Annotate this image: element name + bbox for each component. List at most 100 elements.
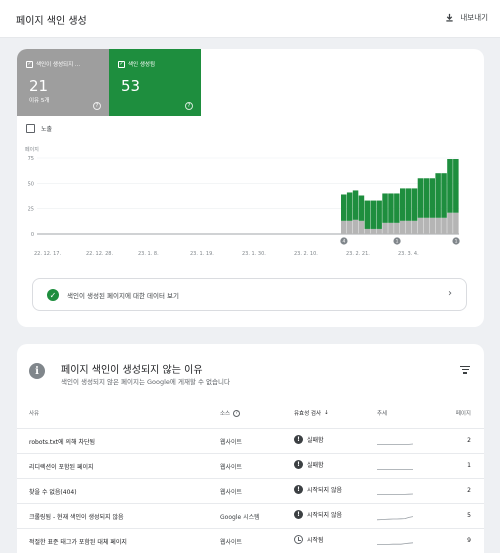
header-bar: 페이지 색인 생성 내보내기: [0, 0, 500, 38]
view-indexed-data-label: 색인이 생성된 페이지에 대한 데이터 보기: [67, 292, 179, 300]
trend-cell: [377, 438, 414, 448]
bar-indexed: [417, 178, 424, 218]
filter-icon[interactable]: [460, 366, 470, 376]
validation-cell: ! 시작되지 않음: [294, 485, 342, 494]
bar-indexed: [435, 173, 441, 218]
bar-not-indexed: [441, 217, 447, 234]
error-icon: !: [294, 460, 303, 469]
help-icon[interactable]: ?: [233, 409, 241, 417]
column-validation-label: 유효성 검사: [294, 411, 322, 417]
validation-status: 시작되지 않음: [307, 487, 343, 494]
error-icon: !: [294, 510, 303, 519]
trend-sparkline: [377, 443, 414, 445]
bar-indexed: [370, 200, 376, 229]
bar-not-indexed: [411, 220, 418, 234]
info-icon: i: [29, 363, 45, 379]
view-indexed-data-button[interactable]: ✓ 색인이 생성된 페이지에 대한 데이터 보기 ›: [32, 278, 467, 311]
bar-indexed: [376, 200, 382, 229]
source-cell: 웹사이트: [220, 539, 243, 546]
table-header: 사유 소스 ? 유효성 검사 ↓ 추세 페이지: [17, 407, 484, 421]
bar-not-indexed: [429, 217, 435, 234]
bar-not-indexed: [341, 220, 347, 234]
checkbox-checked-icon: ✓: [118, 60, 125, 68]
x-tick-label: 23. 2. 21.: [346, 251, 370, 257]
clock-icon: [294, 535, 303, 544]
bar-not-indexed: [423, 217, 430, 234]
bar-not-indexed: [352, 219, 359, 234]
column-reason[interactable]: 사유: [29, 409, 39, 417]
trend-line: [377, 542, 414, 545]
source-cell: 웹사이트: [220, 464, 243, 471]
bar-indexed: [352, 190, 359, 220]
reason-cell: 리디렉션이 포함된 페이지: [29, 464, 94, 471]
impressions-toggle[interactable]: 노출: [26, 124, 52, 133]
source-cell: 웹사이트: [220, 489, 243, 496]
trend-sparkline: [376, 516, 414, 521]
bar-not-indexed: [370, 228, 376, 234]
pages-cell: 9: [467, 537, 471, 544]
bar-indexed: [341, 194, 347, 221]
bar-not-indexed: [447, 212, 453, 234]
pages-cell: 2: [467, 487, 471, 494]
column-pages[interactable]: 페이지: [456, 409, 471, 417]
source-cell: Google 시스템: [220, 514, 260, 521]
help-icon[interactable]: ?: [93, 102, 101, 110]
trend-cell: [377, 538, 414, 548]
annotation-label: 4: [343, 239, 346, 245]
indexed-tile[interactable]: ✓ 색인 생성됨 53 ?: [109, 49, 201, 116]
table-row[interactable]: 크롤링됨 - 현재 색인이 생성되지 않음 Google 시스템! 시작되지 않음 5: [17, 503, 484, 528]
x-tick-label: 22. 12. 28.: [86, 251, 113, 257]
reason-cell: robots.txt에 의해 차단됨: [29, 439, 96, 446]
not-indexed-label-row: ✓ 색인이 생성되지 ...: [26, 60, 104, 68]
error-icon: !: [294, 435, 303, 444]
indexed-label-row: ✓ 색인 생성됨: [118, 60, 196, 68]
chevron-right-icon: ›: [448, 288, 452, 299]
not-indexed-count: 21: [29, 77, 49, 95]
validation-status: 시작되지 않음: [307, 512, 343, 519]
table-row[interactable]: 적절한 표준 태그가 포함된 대체 페이지 웹사이트 시작됨 9: [17, 528, 484, 553]
trend-cell: [377, 463, 413, 473]
y-axis-label: 페이지: [25, 146, 39, 153]
bar-indexed: [447, 159, 453, 213]
trend-sparkline: [377, 542, 414, 545]
x-tick-label: 23. 1. 30.: [242, 251, 266, 257]
bar-not-indexed: [435, 217, 441, 234]
y-tick-label: 0: [31, 232, 34, 238]
checkbox-unchecked-icon: [26, 124, 35, 133]
annotation-label: 1: [455, 239, 458, 245]
pages-cell: 1: [467, 462, 471, 469]
checkbox-checked-icon: ✓: [26, 60, 33, 68]
help-icon[interactable]: ?: [185, 102, 193, 110]
validation-status: 실패함: [307, 437, 324, 444]
bar-indexed: [394, 193, 400, 223]
column-trend-label: 추세: [377, 411, 388, 417]
export-label: 내보내기: [460, 13, 488, 22]
sort-descending-icon: ↓: [324, 410, 329, 416]
table-row[interactable]: 찾을 수 없음(404) 웹사이트! 시작되지 않음 2: [17, 478, 484, 503]
table-row[interactable]: 리디렉션이 포함된 페이지 웹사이트 ! 실패함 1: [17, 453, 484, 478]
check-circle-icon: ✓: [47, 289, 59, 301]
bar-indexed: [346, 192, 353, 221]
bar-indexed: [400, 188, 406, 221]
validation-cell: ! 실패함: [294, 460, 324, 469]
pages-chart: 페이지 75 50 25 0 22. 12. 17. 22. 12. 28. 23. 1. 8…: [25, 146, 460, 257]
bar-indexed: [388, 193, 394, 223]
not-indexed-tile[interactable]: ✓ 색인이 생성되지 ... 21 이유 5개 ?: [17, 49, 109, 116]
table-row[interactable]: robots.txt에 의해 차단됨 웹사이트! 실패함 2: [17, 428, 484, 453]
bar-indexed: [364, 200, 371, 229]
indexed-count: 53: [121, 77, 141, 95]
trend-cell: [376, 513, 414, 523]
x-tick-label: 22. 12. 17.: [34, 251, 61, 257]
column-source[interactable]: 소스 ?: [220, 409, 241, 417]
trend-sparkline: [377, 469, 413, 470]
annotation-label: 1: [396, 239, 399, 245]
x-tick-label: 23. 1. 8.: [138, 251, 159, 257]
column-validation[interactable]: 유효성 검사 ↓: [294, 409, 329, 417]
export-button[interactable]: 내보내기: [445, 12, 488, 23]
validation-cell: ! 시작되지 않음: [294, 510, 342, 519]
section-subtitle: 색인이 생성되지 않은 페이지는 Google에 게재할 수 없습니다: [61, 378, 230, 386]
bar-indexed: [382, 193, 388, 223]
bar-not-indexed: [405, 220, 412, 234]
column-reason-label: 사유: [29, 411, 40, 417]
bar-not-indexed: [388, 222, 394, 234]
